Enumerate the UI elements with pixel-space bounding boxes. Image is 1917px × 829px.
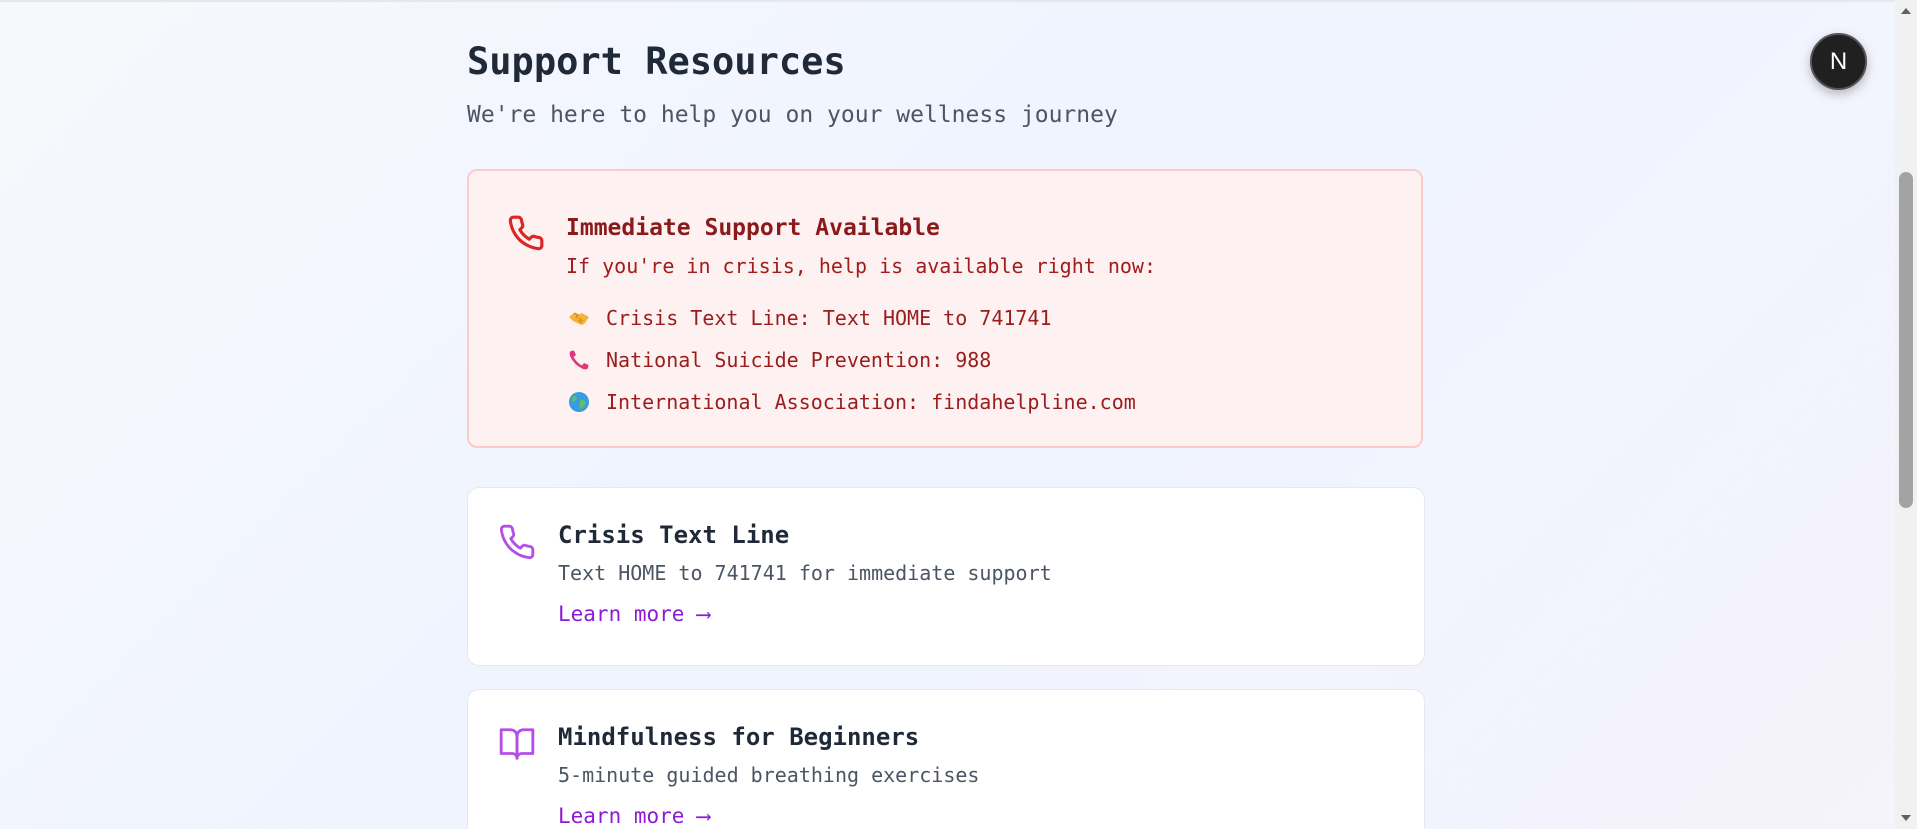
page-title: Support Resources [467, 40, 846, 83]
phone-icon [499, 524, 535, 560]
page-subtitle: We're here to help you on your wellness … [467, 102, 1118, 128]
resource-card: Mindfulness for Beginners 5-minute guide… [467, 689, 1425, 829]
resource-description: Text HOME to 741741 for immediate suppor… [558, 561, 1052, 585]
phone-icon [508, 215, 544, 251]
user-avatar-button[interactable]: N [1810, 33, 1867, 90]
resource-card: Crisis Text Line Text HOME to 741741 for… [467, 487, 1425, 666]
crisis-contact-item: National Suicide Prevention: 988 [566, 339, 1136, 381]
crisis-intro: If you're in crisis, help is available r… [566, 254, 1157, 278]
scroll-up-arrow-icon[interactable] [1895, 2, 1917, 20]
avatar-letter: N [1829, 47, 1848, 75]
book-open-icon [499, 728, 535, 760]
handshake-icon [566, 305, 592, 331]
vertical-scrollbar[interactable] [1895, 0, 1917, 829]
resource-title: Crisis Text Line [558, 521, 790, 549]
resource-title: Mindfulness for Beginners [558, 723, 920, 751]
crisis-contact-item: Crisis Text Line: Text HOME to 741741 [566, 297, 1136, 339]
learn-more-link[interactable]: Learn more ⟶ [558, 800, 710, 829]
learn-more-link[interactable]: Learn more ⟶ [558, 598, 710, 630]
scrollbar-thumb[interactable] [1899, 172, 1913, 508]
crisis-title: Immediate Support Available [566, 215, 940, 241]
scroll-down-arrow-icon[interactable] [1895, 809, 1917, 827]
resource-description: 5-minute guided breathing exercises [558, 763, 980, 787]
telephone-receiver-icon [566, 347, 592, 373]
globe-icon [566, 389, 592, 415]
crisis-contact-text: National Suicide Prevention: 988 [606, 348, 992, 372]
crisis-alert-box: Immediate Support Available If you're in… [467, 169, 1423, 448]
crisis-contact-item: International Association: findahelpline… [566, 381, 1136, 423]
top-border [0, 0, 1895, 2]
crisis-contact-list: Crisis Text Line: Text HOME to 741741 Na… [566, 297, 1136, 423]
crisis-contact-text: Crisis Text Line: Text HOME to 741741 [606, 306, 1052, 330]
crisis-contact-text: International Association: findahelpline… [606, 390, 1136, 414]
